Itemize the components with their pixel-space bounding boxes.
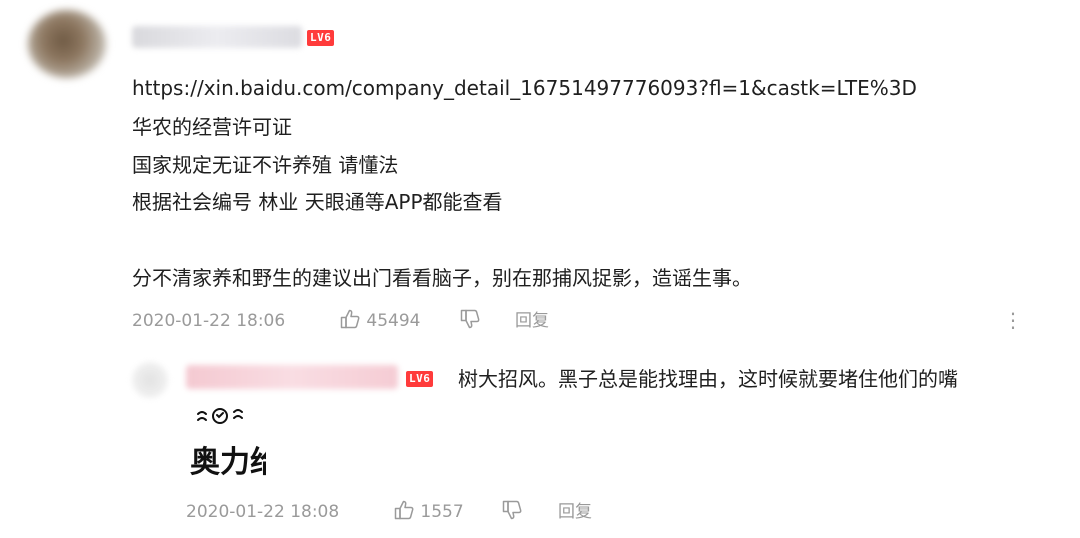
reply-timestamp: 2020-01-22 18:08 bbox=[186, 502, 340, 522]
dislike-button[interactable] bbox=[459, 308, 481, 332]
comment-link[interactable]: https://xin.baidu.com/company_detail_167… bbox=[132, 75, 917, 101]
username-blurred[interactable] bbox=[132, 26, 302, 48]
thumbs-down-icon bbox=[459, 308, 481, 330]
comment-text-line: 根据社会编号 林业 天眼通等APP都能查看 bbox=[132, 190, 503, 214]
svg-text:奥力给: 奥力给 bbox=[190, 445, 266, 480]
sticker-image: 奥力给 bbox=[186, 402, 280, 482]
reply-username-blurred[interactable] bbox=[186, 365, 398, 389]
reply-text: 树大招风。黑子总是能找理由，这时候就要堵住他们的嘴 bbox=[458, 367, 958, 391]
reply-level-badge: LV6 bbox=[406, 371, 434, 387]
thumbs-down-icon bbox=[501, 499, 523, 521]
reply-dislike-button[interactable] bbox=[501, 499, 523, 523]
reply-reply-button[interactable]: 回复 bbox=[558, 501, 592, 523]
like-button[interactable]: 45494 bbox=[339, 308, 421, 332]
comment-text-line: 华农的经营许可证 bbox=[132, 115, 292, 139]
thumbs-up-icon bbox=[339, 308, 361, 330]
avatar[interactable] bbox=[28, 10, 106, 78]
reply-avatar[interactable] bbox=[132, 362, 168, 398]
thumbs-up-icon bbox=[393, 499, 415, 521]
reply-like-button[interactable]: 1557 bbox=[393, 499, 464, 523]
comment-text-line: 分不清家养和野生的建议出门看看脑子，别在那捕风捉影，造谣生事。 bbox=[132, 266, 752, 290]
level-badge: LV6 bbox=[307, 30, 335, 46]
more-options-icon[interactable]: ⋮ bbox=[1003, 307, 1023, 333]
comment-timestamp: 2020-01-22 18:06 bbox=[132, 311, 286, 331]
comment-text-line: 国家规定无证不许养殖 请懂法 bbox=[132, 153, 399, 177]
reply-button[interactable]: 回复 bbox=[515, 310, 549, 332]
reply-like-count: 1557 bbox=[420, 502, 464, 522]
like-count: 45494 bbox=[366, 311, 421, 331]
